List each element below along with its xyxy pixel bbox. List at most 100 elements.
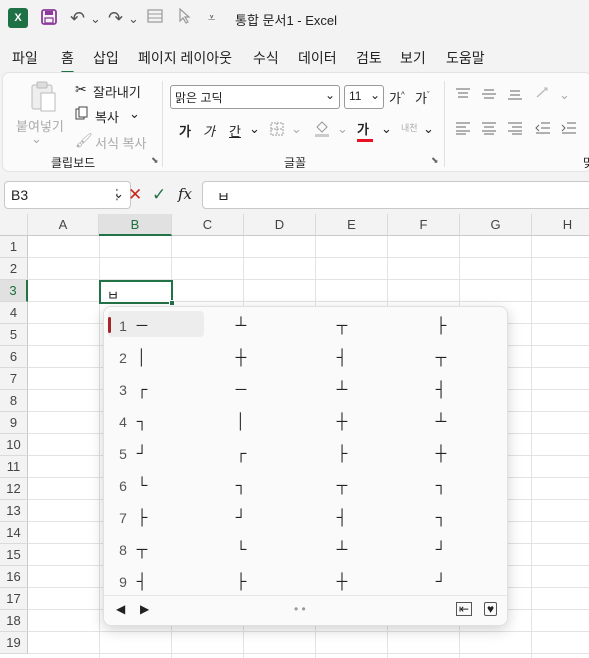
candidate-item[interactable]: ┼ (332, 573, 352, 590)
align-top-icon[interactable] (455, 87, 471, 104)
candidate-item[interactable]: └ (132, 477, 152, 494)
favorite-icon[interactable]: ♥ (484, 602, 498, 616)
candidate-item[interactable]: ┬ (332, 317, 352, 334)
insert-function-icon[interactable]: fx (178, 185, 192, 203)
column-header[interactable]: F (388, 214, 460, 236)
undo-dropdown-icon[interactable]: ⌄ (90, 11, 101, 27)
candidate-item[interactable]: ┘ (431, 573, 451, 590)
row-header[interactable]: 3 (0, 280, 28, 302)
row-header[interactable]: 10 (0, 434, 28, 456)
tab-page-layout[interactable]: 페이지 레이아웃 (138, 48, 232, 68)
tab-review[interactable]: 검토 (356, 48, 382, 68)
decrease-indent-icon[interactable] (535, 121, 551, 138)
row-header[interactable]: 9 (0, 412, 28, 434)
row-header[interactable]: 11 (0, 456, 28, 478)
font-color-button[interactable]: 가 (357, 119, 373, 142)
candidate-item[interactable]: ├ (332, 445, 352, 462)
more-options-icon[interactable]: ⋮ (110, 186, 124, 203)
candidate-item[interactable]: ┌ (231, 445, 251, 462)
grow-font-button[interactable]: 가^ (389, 88, 405, 107)
cut-button[interactable]: 잘라내기 (93, 82, 141, 101)
row-header[interactable]: 5 (0, 324, 28, 346)
row-header[interactable]: 4 (0, 302, 28, 324)
align-left-icon[interactable] (455, 121, 471, 138)
row-header[interactable]: 16 (0, 566, 28, 588)
tab-file[interactable]: 파일 (12, 48, 38, 68)
candidate-item[interactable]: ┴ (431, 413, 451, 430)
column-header[interactable]: H (532, 214, 589, 236)
tab-formulas[interactable]: 수식 (253, 48, 279, 68)
align-right-icon[interactable] (507, 121, 523, 138)
row-header[interactable]: 1 (0, 236, 28, 258)
candidate-item[interactable]: ┴ (332, 541, 352, 558)
enter-icon[interactable]: ✓ (152, 185, 166, 205)
shrink-font-button[interactable]: 가ˇ (415, 88, 430, 107)
expand-icon[interactable]: ⇤ (456, 602, 473, 616)
tab-insert[interactable]: 삽입 (93, 48, 119, 68)
form-icon[interactable] (147, 8, 163, 24)
font-color-dropdown-icon[interactable]: ⌄ (381, 121, 392, 137)
candidate-item[interactable]: ├ (231, 573, 251, 590)
copy-icon[interactable] (75, 106, 89, 123)
column-header[interactable]: B (99, 214, 172, 236)
copy-button[interactable]: 복사 (95, 107, 119, 126)
column-header[interactable]: D (244, 214, 316, 236)
row-header[interactable]: 19 (0, 632, 28, 654)
italic-button[interactable]: 가 (203, 121, 215, 140)
formula-input[interactable]: ㅂ (202, 181, 589, 209)
align-bottom-icon[interactable] (507, 87, 523, 104)
row-header[interactable]: 18 (0, 610, 28, 632)
candidate-item[interactable]: ┌ (132, 381, 152, 398)
paste-icon[interactable] (29, 81, 57, 116)
phonetic-dropdown-icon[interactable]: ⌄ (423, 121, 434, 137)
candidate-item[interactable]: ┴ (332, 381, 352, 398)
select-all-corner[interactable] (0, 214, 28, 236)
active-cell[interactable]: ㅂ (99, 280, 173, 304)
row-header[interactable]: 8 (0, 390, 28, 412)
save-icon[interactable] (40, 8, 58, 26)
candidate-item[interactable]: ┤ (332, 349, 352, 366)
font-name-select[interactable]: 맑은 고딕 ⌄ (170, 85, 340, 109)
fill-color-dropdown-icon[interactable]: ⌄ (337, 121, 348, 137)
column-header[interactable]: G (460, 214, 532, 236)
previous-page-icon[interactable]: ◀ (116, 602, 125, 616)
tab-data[interactable]: 데이터 (298, 48, 337, 68)
borders-icon[interactable] (269, 121, 285, 140)
candidate-item[interactable]: ┼ (231, 349, 251, 366)
fill-color-icon[interactable] (313, 119, 331, 140)
orientation-dropdown-icon[interactable]: ⌄ (559, 87, 570, 103)
pointer-icon[interactable] (178, 8, 192, 24)
underline-button[interactable]: 간 (229, 121, 241, 140)
underline-dropdown-icon[interactable]: ⌄ (249, 121, 260, 137)
row-header[interactable]: 14 (0, 522, 28, 544)
candidate-item[interactable]: ─ (231, 381, 251, 398)
copy-dropdown-icon[interactable]: ⌄ (129, 106, 140, 122)
next-page-icon[interactable]: ▶ (140, 602, 149, 616)
cancel-icon[interactable]: ✕ (128, 185, 142, 205)
candidate-item[interactable]: ├ (132, 509, 152, 526)
candidate-item[interactable]: ┐ (231, 477, 251, 494)
candidate-item[interactable]: │ (231, 413, 251, 430)
row-header[interactable]: 17 (0, 588, 28, 610)
candidate-item[interactable]: ┬ (431, 349, 451, 366)
customize-toolbar-icon[interactable]: ⩡ (208, 10, 215, 26)
redo-icon[interactable]: ↷ (108, 8, 123, 29)
candidate-item[interactable]: ┤ (132, 573, 152, 590)
column-header[interactable]: E (316, 214, 388, 236)
row-header[interactable]: 12 (0, 478, 28, 500)
candidate-item[interactable]: ├ (431, 317, 451, 334)
phonetic-button[interactable]: 내천 (401, 121, 418, 134)
format-painter-icon[interactable]: 🖌 (75, 132, 93, 149)
row-header[interactable]: 2 (0, 258, 28, 280)
font-size-select[interactable]: 11 ⌄ (344, 85, 384, 109)
tab-view[interactable]: 보기 (400, 48, 426, 68)
font-launcher-icon[interactable]: ⬊ (431, 155, 439, 166)
increase-indent-icon[interactable] (561, 121, 577, 138)
candidate-item[interactable]: ┬ (132, 541, 152, 558)
row-header[interactable]: 6 (0, 346, 28, 368)
format-painter-button[interactable]: 서식 복사 (95, 133, 146, 152)
tab-help[interactable]: 도움말 (446, 48, 485, 68)
candidate-item[interactable]: ┘ (231, 509, 251, 526)
candidate-item[interactable]: ┐ (431, 477, 451, 494)
candidate-item[interactable]: ┐ (431, 509, 451, 526)
